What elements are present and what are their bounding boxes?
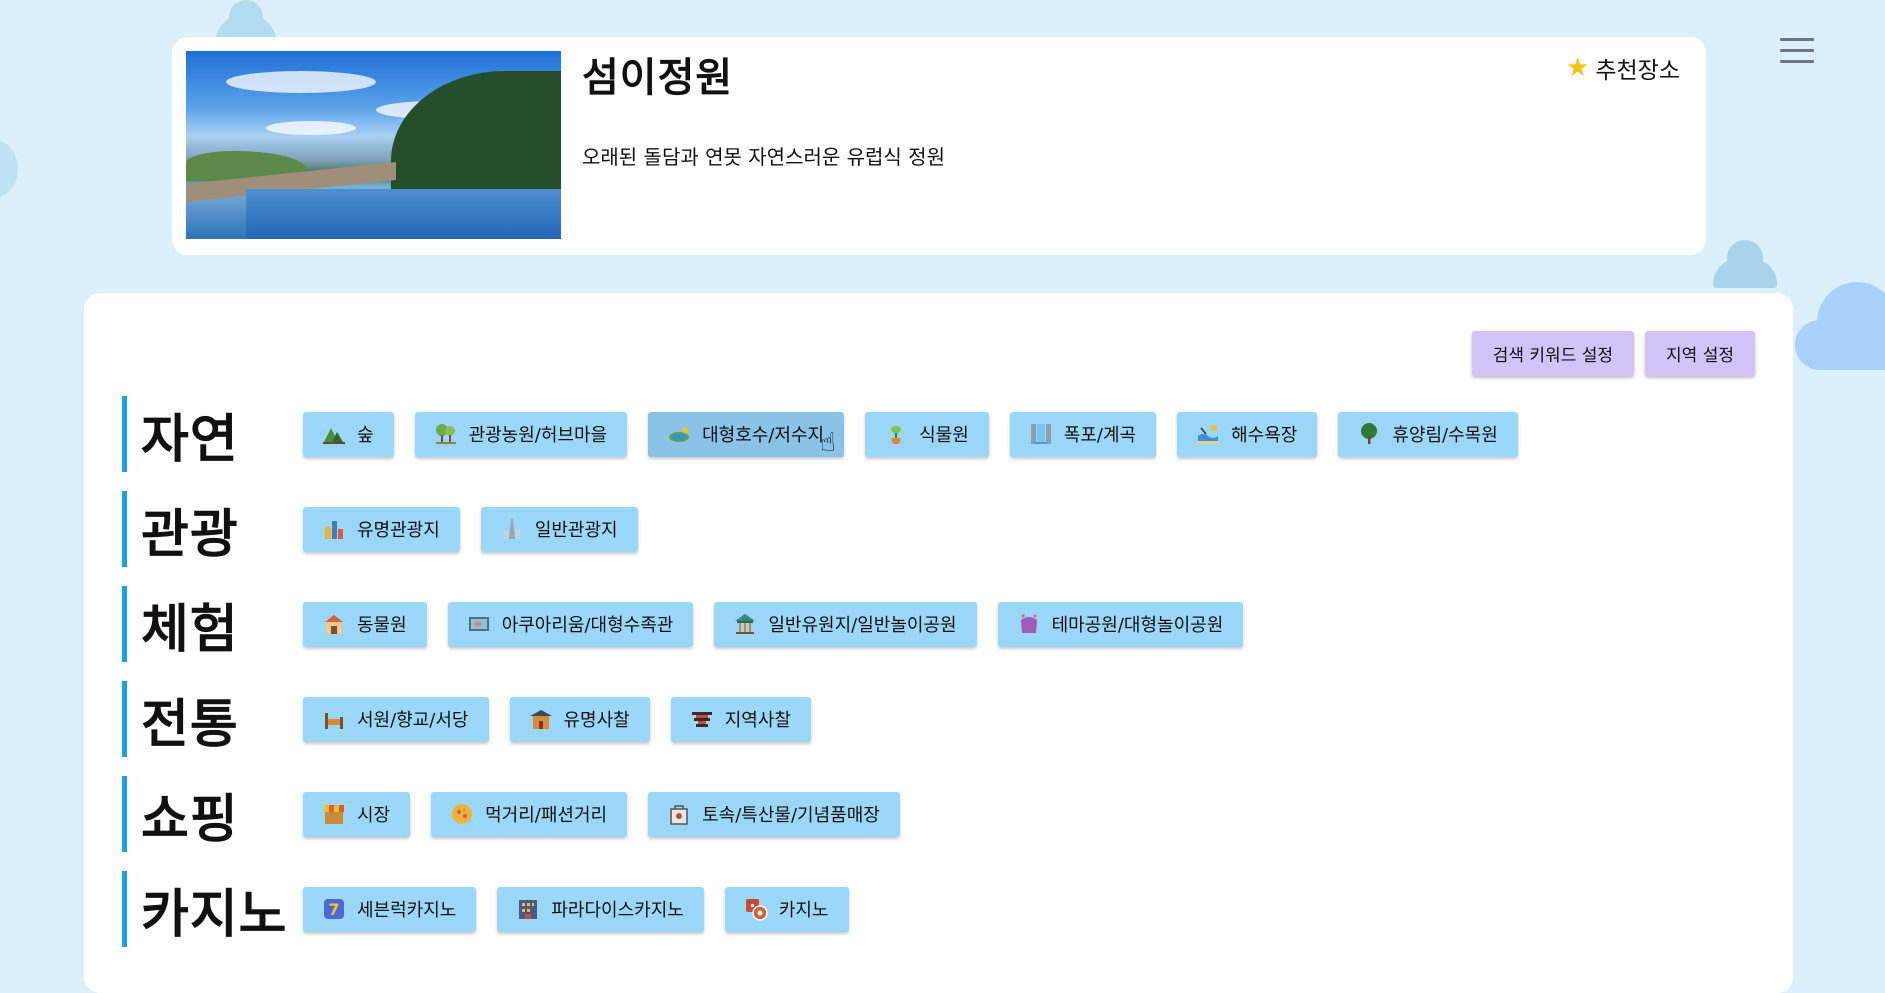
chip-label: 일반관광지 [534,520,618,541]
category-row-shopping: 쇼핑 시장 먹거리/패션거리 토속/특산물/기념품매장 [122,776,900,852]
chip-zoo[interactable]: 동물원 [303,601,427,647]
chip-label: 파라다이스카지노 [551,900,684,921]
chip-label: 카지노 [778,900,829,921]
chip-label: 휴양림/수목원 [1392,425,1498,446]
chip-market[interactable]: 시장 [303,791,411,837]
chip-theme-park[interactable]: 테마공원/대형놀이공원 [997,601,1244,647]
beach-icon [1195,421,1221,447]
chip-label: 동물원 [357,615,407,636]
chip-casino[interactable]: 카지노 [724,886,849,932]
star-icon: ★ [1566,53,1590,83]
chip-food-street[interactable]: 먹거리/패션거리 [431,791,628,837]
place-description: 오래된 돌담과 연못 자연스러운 유럽식 정원 [582,145,945,169]
chip-label: 세븐럭카지노 [357,900,457,921]
tree-icon [1356,421,1382,447]
chip-label: 지역사찰 [724,710,791,731]
farm-icon [433,421,459,447]
chip-lake[interactable]: 대형호수/저수지 [648,411,845,457]
temple-icon [528,706,554,732]
chip-label: 먹거리/패션거리 [485,805,608,826]
chip-beach[interactable]: 해수욕장 [1177,411,1318,457]
souvenir-icon [666,801,692,827]
chip-famous-temple[interactable]: 유명사찰 [509,696,650,742]
chip-aquarium[interactable]: 아쿠아리움/대형수족관 [447,601,694,647]
chip-label: 폭포/계곡 [1063,425,1137,446]
chip-label: 테마공원/대형놀이공원 [1051,615,1224,636]
zoo-icon [321,611,347,637]
chip-seowon[interactable]: 서원/향교/서당 [303,696,489,742]
tower-icon [499,516,525,542]
chip-label: 아쿠아리움/대형수족관 [501,615,674,636]
food-icon [449,801,475,827]
chip-farm[interactable]: 관광농원/허브마을 [414,411,628,457]
cloud-decoration [1713,240,1777,288]
chip-recreation-forest[interactable]: 휴양림/수목원 [1338,411,1518,457]
category-title: 쇼핑 [141,789,239,850]
category-title: 관광 [141,504,239,565]
landmark-icon [321,516,347,542]
chip-souvenir[interactable]: 토속/특산물/기념품매장 [648,791,900,837]
chip-label: 해수욕장 [1231,425,1298,446]
chip-label: 유명관광지 [357,520,440,541]
hamburger-menu-icon[interactable] [1780,38,1814,66]
cloud-decoration [0,140,18,198]
chip-paradise[interactable]: 파라다이스카지노 [497,886,704,932]
place-title: 섬이정원 [582,55,734,101]
chip-botanical[interactable]: 식물원 [865,411,989,457]
chip-label: 토속/특산물/기념품매장 [702,805,880,826]
chip-label: 유명사찰 [563,710,630,731]
slot-icon: 7 [321,896,347,922]
region-settings-button[interactable]: 지역 설정 [1645,331,1755,376]
chip-seven-luck[interactable]: 7 세븐럭카지노 [303,886,477,932]
category-row-experience: 체험 동물원 아쿠아리움/대형수족관 일반유원지/일반놀이공원 테마공원/대형놀… [122,586,1244,662]
chip-label: 시장 [357,805,391,826]
category-title: 자연 [141,409,239,470]
chip-local-temple[interactable]: 지역사찰 [670,696,811,742]
chip-label: 일반유원지/일반놀이공원 [768,615,957,636]
category-row-tradition: 전통 서원/향교/서당 유명사찰 지역사찰 [122,681,811,757]
category-title: 카지노 [141,884,288,945]
recommend-label: 추천장소 [1595,58,1680,84]
category-row-tourism: 관광 유명관광지 일반관광지 [122,491,638,567]
dice-icon [743,896,769,922]
place-photo [186,51,561,239]
plant-icon [883,421,909,447]
hand-cursor-icon: ☝ [820,428,836,458]
svg-text:7: 7 [328,900,339,919]
chip-label: 관광농원/허브마을 [468,425,608,446]
pagoda-icon [689,706,715,732]
school-icon [321,706,347,732]
settings-buttons: 검색 키워드 설정 지역 설정 [1471,331,1755,376]
theme-park-icon [1016,611,1042,637]
recommend-badge: ★ 추천장소 [1566,51,1680,85]
forest-icon [321,421,347,447]
cloud-decoration [1795,282,1885,370]
waterfall-icon [1028,421,1054,447]
chip-label: 식물원 [919,425,969,446]
chip-waterfall[interactable]: 폭포/계곡 [1009,411,1157,457]
market-icon [321,801,347,827]
keyword-settings-button[interactable]: 검색 키워드 설정 [1471,331,1635,376]
category-title: 체험 [141,599,239,660]
casino-building-icon [515,896,541,922]
chip-label: 서원/향교/서당 [357,710,469,731]
aquarium-icon [466,611,492,637]
category-panel: 검색 키워드 설정 지역 설정 자연 숲 관광농원/허브마을 대형호수/저수지 … [84,293,1793,993]
category-title: 전통 [141,694,239,755]
chip-label: 대형호수/저수지 [702,425,825,446]
chip-label: 숲 [357,425,374,446]
recommended-place-card[interactable]: 섬이정원 오래된 돌담과 연못 자연스러운 유럽식 정원 ★ 추천장소 [172,37,1706,255]
carousel-icon [732,611,758,637]
chip-famous-attraction[interactable]: 유명관광지 [303,506,460,552]
chip-general-attraction[interactable]: 일반관광지 [480,506,638,552]
lake-icon [666,421,692,447]
chip-forest[interactable]: 숲 [303,411,394,457]
chip-amusement[interactable]: 일반유원지/일반놀이공원 [714,601,977,647]
